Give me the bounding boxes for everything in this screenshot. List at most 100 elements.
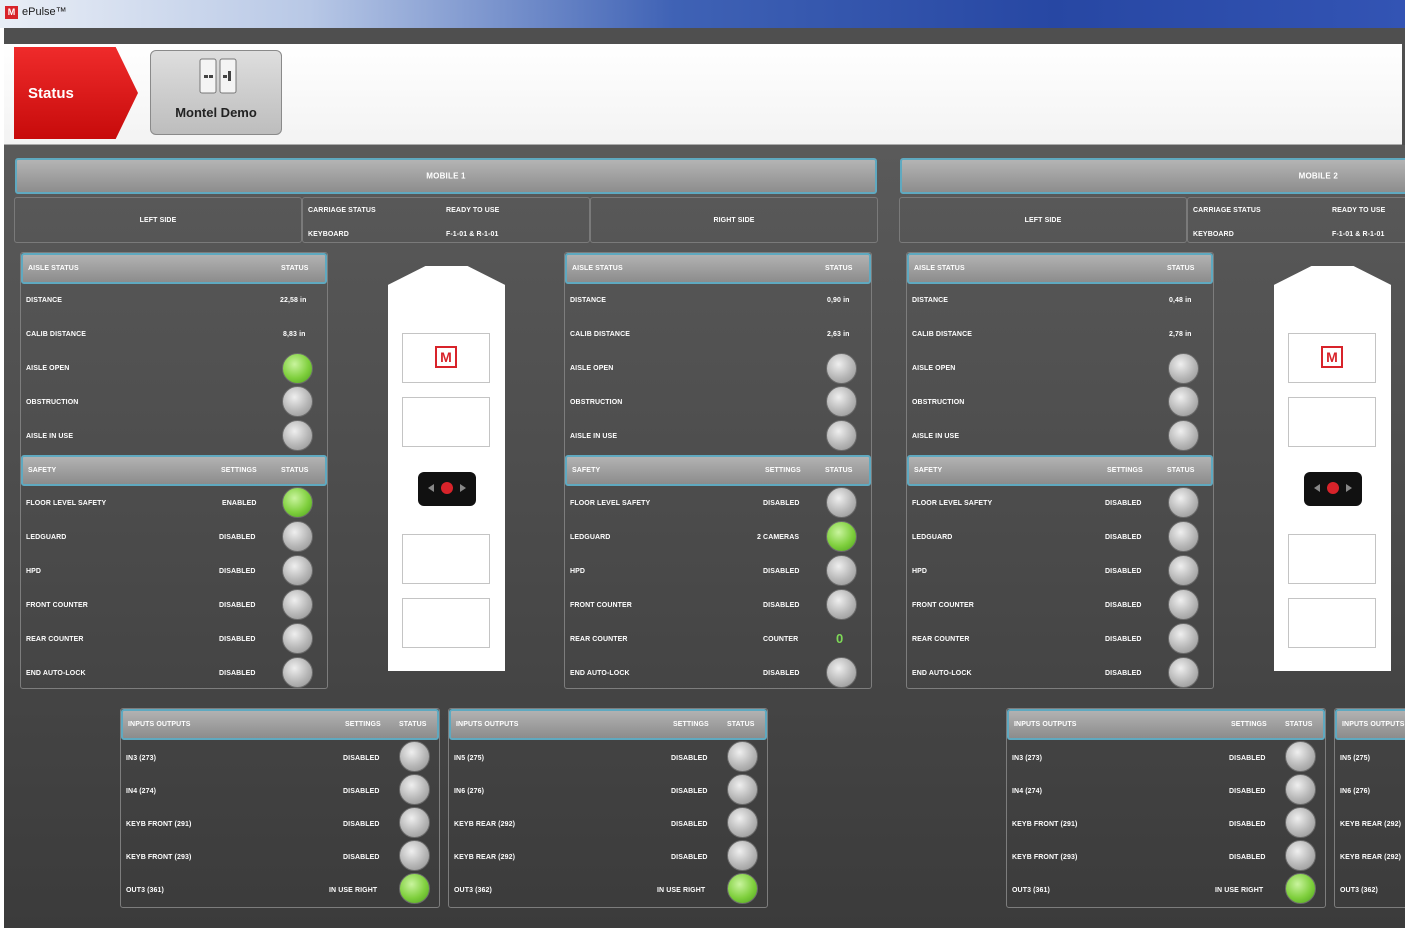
io-row-setting: DISABLED <box>343 854 380 861</box>
safety-row-setting: DISABLED <box>219 568 256 575</box>
io-row-label: OUT3 (362) <box>1340 887 1378 894</box>
io-row-setting: DISABLED <box>343 821 380 828</box>
safety-row-label: FLOOR LEVEL SAFETY <box>570 500 651 507</box>
aisle-status-header: AISLE STATUS STATUS <box>907 253 1213 284</box>
io-row-indicator <box>1285 774 1316 805</box>
safety-row-setting: DISABLED <box>1105 636 1142 643</box>
io-header: INPUTS OUTPUTS SETTINGS STATUS <box>449 709 767 740</box>
carriage-slot <box>402 598 490 648</box>
io-row-label: OUT3 (362) <box>454 887 492 894</box>
calib-distance-label: CALIB DISTANCE <box>570 331 630 338</box>
io-row-label: OUT3 (361) <box>1012 887 1050 894</box>
safety-row-label: REAR COUNTER <box>912 636 970 643</box>
mobile-1-header: MOBILE 1 <box>15 158 877 194</box>
safety-row-setting: COUNTER <box>763 636 799 643</box>
io-title: INPUTS OUTPUTS <box>456 721 519 728</box>
safety-row-label: HPD <box>912 568 928 575</box>
distance-label: DISTANCE <box>570 297 607 304</box>
rear-counter-value: 0 <box>836 631 844 646</box>
io-row-label: IN3 (273) <box>1012 755 1043 762</box>
safety-row-label: FRONT COUNTER <box>26 602 88 609</box>
carriage-logo-slot: M <box>1288 333 1376 383</box>
status-tab[interactable]: Status <box>14 47 138 139</box>
safety-row-setting: DISABLED <box>1105 602 1142 609</box>
window-title: ePulse™ <box>22 6 67 18</box>
aisle-open-indicator <box>1168 353 1199 384</box>
safety-row-label: REAR COUNTER <box>26 636 84 643</box>
io-row-label: KEYB REAR (292) <box>1340 821 1402 828</box>
status-column-title: STATUS <box>1167 467 1195 474</box>
safety-row-setting: 2 CAMERAS <box>757 534 800 541</box>
io-row-indicator <box>727 840 758 871</box>
carriage-status-label: CARRIAGE STATUS <box>1193 207 1261 214</box>
io-header: INPUTS OUTPUTS SETTINGS STATUS <box>121 709 439 740</box>
io-row-setting: IN USE RIGHT <box>1215 887 1264 894</box>
safety-row-setting: DISABLED <box>763 670 800 677</box>
io-row-label: IN3 (273) <box>126 755 157 762</box>
safety-row-label: HPD <box>26 568 42 575</box>
calib-distance-value: 2,78 in <box>1169 331 1192 338</box>
carriage-top-cap <box>388 266 505 311</box>
aisle-in-use-label: AISLE IN USE <box>26 433 74 440</box>
safety-row-setting: DISABLED <box>763 568 800 575</box>
keyboard-value: F-1-01 & R-1-01 <box>1332 231 1385 238</box>
calib-distance-label: CALIB DISTANCE <box>26 331 86 338</box>
safety-row-label: REAR COUNTER <box>570 636 628 643</box>
io-row-setting: IN USE RIGHT <box>329 887 378 894</box>
aisle-open-indicator <box>282 353 313 384</box>
io-row-setting: DISABLED <box>1229 755 1266 762</box>
safety-row-indicator <box>1168 657 1199 688</box>
aisle-open-label: AISLE OPEN <box>912 365 956 372</box>
io-row-setting: DISABLED <box>1229 821 1266 828</box>
safety-row-setting: DISABLED <box>1105 670 1142 677</box>
aisle-status-header: AISLE STATUS STATUS <box>565 253 871 284</box>
io-row-indicator <box>727 741 758 772</box>
io-row-indicator <box>399 840 430 871</box>
montel-logo-icon: M <box>1321 346 1343 368</box>
io-row-setting: DISABLED <box>671 755 708 762</box>
safety-row-label: LEDGUARD <box>26 534 67 541</box>
safety-row-indicator <box>826 555 857 586</box>
safety-row-label: END AUTO-LOCK <box>570 670 630 677</box>
mobile-2-io-right-panel: INPUTS OUTPUTS IN5 (275) IN6 (276) KEYB … <box>1334 708 1405 908</box>
safety-row-setting: DISABLED <box>219 534 256 541</box>
io-header: INPUTS OUTPUTS SETTINGS STATUS <box>1007 709 1325 740</box>
io-row-setting: DISABLED <box>1229 788 1266 795</box>
safety-row-indicator <box>826 657 857 688</box>
calib-distance-value: 8,83 in <box>283 331 306 338</box>
safety-row-indicator <box>826 589 857 620</box>
mobile-2-io-left-panel: INPUTS OUTPUTS SETTINGS STATUS IN3 (273)… <box>1006 708 1326 908</box>
settings-column-title: SETTINGS <box>221 467 257 474</box>
keyboard-value: F-1-01 & R-1-01 <box>446 231 499 238</box>
io-row-setting: DISABLED <box>343 788 380 795</box>
safety-title: SAFETY <box>572 467 601 474</box>
io-row-label: IN5 (275) <box>1340 755 1371 762</box>
safety-row-setting: ENABLED <box>222 500 257 507</box>
io-row-indicator <box>1285 807 1316 838</box>
status-column-title: STATUS <box>825 467 853 474</box>
safety-row-label: FRONT COUNTER <box>570 602 632 609</box>
mobile-1-carriage-box: CARRIAGE STATUS READY TO USE KEYBOARD F-… <box>302 197 590 243</box>
app-logo-icon: M <box>5 6 18 19</box>
safety-row-setting: DISABLED <box>763 500 800 507</box>
status-column-title: STATUS <box>399 721 427 728</box>
io-header: INPUTS OUTPUTS <box>1335 709 1405 740</box>
settings-column-title: SETTINGS <box>1107 467 1143 474</box>
safety-row-indicator <box>826 521 857 552</box>
montel-demo-button[interactable]: Montel Demo <box>150 50 282 135</box>
carriage-top-cap <box>1274 266 1391 311</box>
io-row-label: KEYB REAR (292) <box>1340 854 1402 861</box>
io-row-setting: DISABLED <box>671 821 708 828</box>
carriage-slot <box>402 397 490 447</box>
io-row-indicator <box>399 873 430 904</box>
safety-row-setting: DISABLED <box>1105 500 1142 507</box>
io-row-indicator <box>727 873 758 904</box>
aisle-in-use-indicator <box>1168 420 1199 451</box>
io-row-setting: DISABLED <box>343 755 380 762</box>
status-column-title: STATUS <box>727 721 755 728</box>
remote-pendant-icon <box>1304 472 1362 506</box>
mobile-1-left-side-box: LEFT SIDE <box>14 197 302 243</box>
carriage-status-value: READY TO USE <box>446 207 500 214</box>
mobile-2-left-panel: AISLE STATUS STATUS DISTANCE 0,48 in CAL… <box>906 252 1214 689</box>
aisle-open-label: AISLE OPEN <box>26 365 70 372</box>
